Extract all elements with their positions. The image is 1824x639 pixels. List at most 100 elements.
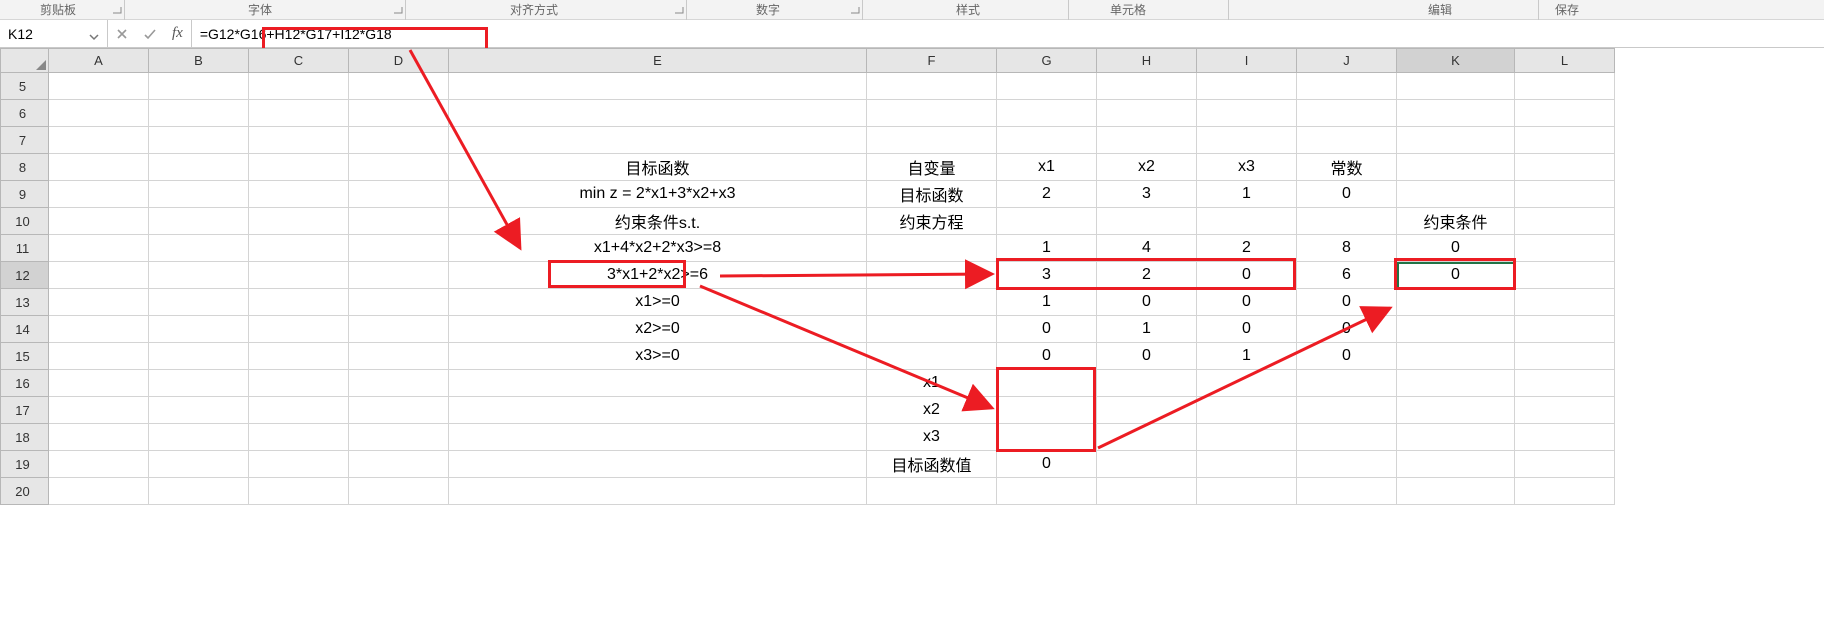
cell-E13[interactable]: x1>=0 [449, 289, 867, 316]
col-header-K[interactable]: K [1397, 49, 1515, 73]
cell-K18[interactable] [1397, 424, 1515, 451]
cell-F8[interactable]: 自变量 [867, 154, 997, 181]
row-header[interactable]: 20 [1, 478, 49, 505]
cell-B9[interactable] [149, 181, 249, 208]
cell-J20[interactable] [1297, 478, 1397, 505]
row-header[interactable]: 6 [1, 100, 49, 127]
cell-G19[interactable]: 0 [997, 451, 1097, 478]
cell-I17[interactable] [1197, 397, 1297, 424]
cell-B19[interactable] [149, 451, 249, 478]
cell-H20[interactable] [1097, 478, 1197, 505]
cell-A16[interactable] [49, 370, 149, 397]
cell-G13[interactable]: 1 [997, 289, 1097, 316]
cell-E5[interactable] [449, 73, 867, 100]
cell-J7[interactable] [1297, 127, 1397, 154]
cell-D5[interactable] [349, 73, 449, 100]
cell-L5[interactable] [1515, 73, 1615, 100]
cell-D20[interactable] [349, 478, 449, 505]
cell-J13[interactable]: 0 [1297, 289, 1397, 316]
col-header-E[interactable]: E [449, 49, 867, 73]
cell-G9[interactable]: 2 [997, 181, 1097, 208]
cell-F17[interactable]: x2 [867, 397, 997, 424]
spreadsheet[interactable]: ABCDEFGHIJKL 5678目标函数自变量x1x2x3常数9min z =… [0, 48, 1824, 639]
cell-C5[interactable] [249, 73, 349, 100]
cell-B8[interactable] [149, 154, 249, 181]
cell-C16[interactable] [249, 370, 349, 397]
col-header-I[interactable]: I [1197, 49, 1297, 73]
sheet-grid[interactable]: ABCDEFGHIJKL 5678目标函数自变量x1x2x3常数9min z =… [0, 48, 1615, 505]
col-header-F[interactable]: F [867, 49, 997, 73]
cell-B20[interactable] [149, 478, 249, 505]
cell-F9[interactable]: 目标函数 [867, 181, 997, 208]
cell-G6[interactable] [997, 100, 1097, 127]
cell-G14[interactable]: 0 [997, 316, 1097, 343]
cell-J8[interactable]: 常数 [1297, 154, 1397, 181]
cell-G17[interactable] [997, 397, 1097, 424]
cell-B5[interactable] [149, 73, 249, 100]
cell-A15[interactable] [49, 343, 149, 370]
cell-L13[interactable] [1515, 289, 1615, 316]
cell-J9[interactable]: 0 [1297, 181, 1397, 208]
cell-A20[interactable] [49, 478, 149, 505]
cell-C19[interactable] [249, 451, 349, 478]
cell-C12[interactable] [249, 262, 349, 289]
cell-K20[interactable] [1397, 478, 1515, 505]
col-header-J[interactable]: J [1297, 49, 1397, 73]
cell-C20[interactable] [249, 478, 349, 505]
cell-G18[interactable] [997, 424, 1097, 451]
cell-F12[interactable] [867, 262, 997, 289]
cell-K15[interactable] [1397, 343, 1515, 370]
col-header-D[interactable]: D [349, 49, 449, 73]
cell-C11[interactable] [249, 235, 349, 262]
cell-E14[interactable]: x2>=0 [449, 316, 867, 343]
cell-I13[interactable]: 0 [1197, 289, 1297, 316]
cell-F5[interactable] [867, 73, 997, 100]
cell-H5[interactable] [1097, 73, 1197, 100]
cell-E20[interactable] [449, 478, 867, 505]
cell-E9[interactable]: min z = 2*x1+3*x2+x3 [449, 181, 867, 208]
cell-C8[interactable] [249, 154, 349, 181]
cell-A17[interactable] [49, 397, 149, 424]
cell-E15[interactable]: x3>=0 [449, 343, 867, 370]
cell-A13[interactable] [49, 289, 149, 316]
cell-J19[interactable] [1297, 451, 1397, 478]
cell-B18[interactable] [149, 424, 249, 451]
cell-F6[interactable] [867, 100, 997, 127]
cell-I16[interactable] [1197, 370, 1297, 397]
cell-F14[interactable] [867, 316, 997, 343]
cell-C18[interactable] [249, 424, 349, 451]
enter-icon[interactable] [142, 26, 158, 42]
cell-D9[interactable] [349, 181, 449, 208]
cell-K7[interactable] [1397, 127, 1515, 154]
cell-H13[interactable]: 0 [1097, 289, 1197, 316]
cell-J14[interactable]: 0 [1297, 316, 1397, 343]
cell-B16[interactable] [149, 370, 249, 397]
cell-F16[interactable]: x1 [867, 370, 997, 397]
cell-H7[interactable] [1097, 127, 1197, 154]
cell-F13[interactable] [867, 289, 997, 316]
cell-K14[interactable] [1397, 316, 1515, 343]
cell-K5[interactable] [1397, 73, 1515, 100]
cell-K9[interactable] [1397, 181, 1515, 208]
cell-L15[interactable] [1515, 343, 1615, 370]
cell-B15[interactable] [149, 343, 249, 370]
col-header-B[interactable]: B [149, 49, 249, 73]
row-header[interactable]: 16 [1, 370, 49, 397]
cell-A10[interactable] [49, 208, 149, 235]
cell-L7[interactable] [1515, 127, 1615, 154]
row-header[interactable]: 11 [1, 235, 49, 262]
cell-G15[interactable]: 0 [997, 343, 1097, 370]
cell-L20[interactable] [1515, 478, 1615, 505]
cell-I7[interactable] [1197, 127, 1297, 154]
cell-K10[interactable]: 约束条件 [1397, 208, 1515, 235]
cell-H9[interactable]: 3 [1097, 181, 1197, 208]
cell-E11[interactable]: x1+4*x2+2*x3>=8 [449, 235, 867, 262]
cell-E7[interactable] [449, 127, 867, 154]
cell-D16[interactable] [349, 370, 449, 397]
col-header-A[interactable]: A [49, 49, 149, 73]
cell-H11[interactable]: 4 [1097, 235, 1197, 262]
cell-C14[interactable] [249, 316, 349, 343]
row-header[interactable]: 18 [1, 424, 49, 451]
cell-L11[interactable] [1515, 235, 1615, 262]
cell-B10[interactable] [149, 208, 249, 235]
